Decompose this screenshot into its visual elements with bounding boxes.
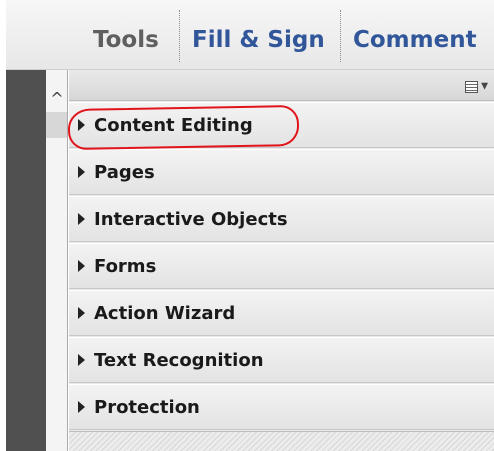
left-gutter (6, 70, 46, 451)
dropdown-caret-icon: ▼ (481, 81, 488, 92)
section-protection[interactable]: Protection (69, 384, 494, 430)
expand-caret-icon (78, 119, 85, 131)
section-text-recognition[interactable]: Text Recognition (69, 337, 494, 383)
section-interactive-objects[interactable]: Interactive Objects (69, 196, 494, 242)
section-content-editing[interactable]: Content Editing (69, 102, 494, 148)
tab-divider (340, 10, 341, 62)
scroll-thumb[interactable] (46, 112, 67, 138)
list-menu-icon (465, 80, 479, 93)
tab-fill-and-sign[interactable]: Fill & Sign (192, 24, 325, 56)
section-label: Text Recognition (94, 349, 264, 371)
tab-tools[interactable]: Tools (93, 24, 159, 56)
expand-caret-icon (78, 307, 85, 319)
scroll-up-icon[interactable]: ^ (46, 88, 68, 110)
section-pages[interactable]: Pages (69, 149, 494, 195)
panel-hatch-area (69, 431, 494, 451)
expand-caret-icon (78, 213, 85, 225)
top-toolbar: Tools Fill & Sign Comment (6, 0, 494, 70)
vertical-scrollbar[interactable]: ^ (46, 70, 68, 451)
section-label: Action Wizard (94, 302, 236, 324)
expand-caret-icon (78, 260, 85, 272)
expand-caret-icon (78, 166, 85, 178)
tab-divider (179, 10, 180, 62)
section-label: Forms (94, 255, 157, 277)
tab-comment[interactable]: Comment (353, 24, 477, 56)
section-action-wizard[interactable]: Action Wizard (69, 290, 494, 336)
panel-options-icon[interactable]: ▼ (460, 78, 488, 94)
section-label: Interactive Objects (94, 208, 288, 230)
section-label: Pages (94, 161, 155, 183)
section-label: Protection (94, 396, 200, 418)
section-forms[interactable]: Forms (69, 243, 494, 289)
tools-panel: ▼ Content Editing Pages Interactive Obje… (69, 70, 494, 451)
panel-header: ▼ (69, 70, 494, 101)
section-label: Content Editing (94, 114, 253, 136)
expand-caret-icon (78, 401, 85, 413)
expand-caret-icon (78, 354, 85, 366)
